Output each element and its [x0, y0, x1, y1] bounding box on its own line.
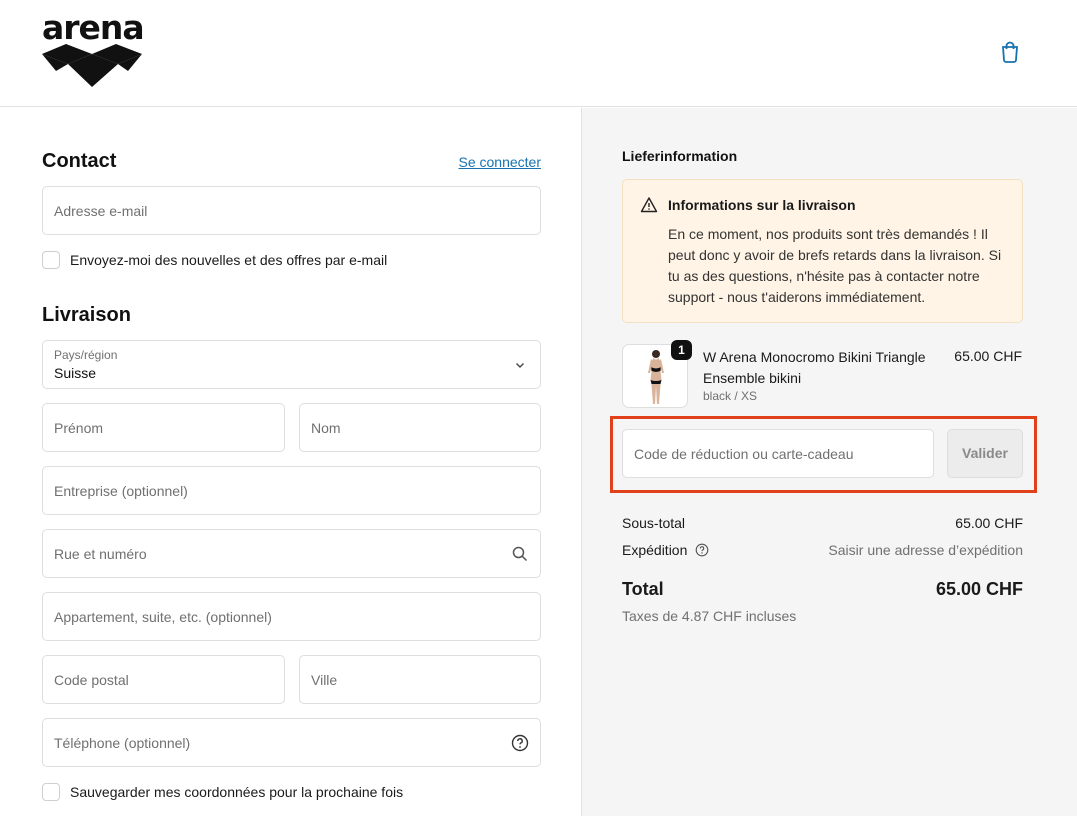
- first-name-placeholder: Prénom: [54, 420, 104, 436]
- total-value: 65.00 CHF: [935, 579, 1023, 599]
- shipping-label: Expédition: [622, 542, 688, 558]
- taxes-note: Taxes de 4.87 CHF incluses: [622, 608, 797, 624]
- help-circle-icon[interactable]: [511, 734, 529, 752]
- header: arena: [0, 0, 1077, 107]
- checkout-form: Contact Se connecter Adresse e-mail Envo…: [0, 108, 581, 816]
- city-placeholder: Ville: [311, 672, 338, 688]
- shipping-help-icon[interactable]: [695, 543, 709, 557]
- street-placeholder: Rue et numéro: [54, 546, 147, 562]
- street-field[interactable]: Rue et numéro: [42, 529, 541, 578]
- login-link[interactable]: Se connecter: [459, 154, 542, 170]
- total-label: Total: [622, 579, 664, 599]
- country-label: Pays/région: [54, 348, 118, 362]
- subtotal-label: Sous-total: [622, 515, 686, 531]
- total-row: Total 65.00 CHF: [622, 579, 1023, 603]
- first-name-field[interactable]: Prénom: [42, 403, 285, 452]
- discount-code-placeholder: Code de réduction ou carte-cadeau: [634, 446, 854, 462]
- city-field[interactable]: Ville: [299, 655, 541, 704]
- discount-code-input[interactable]: Code de réduction ou carte-cadeau: [622, 429, 934, 478]
- notice-body: En ce moment, nos produits sont très dem…: [668, 226, 1002, 305]
- delivery-title: Livraison: [42, 304, 131, 326]
- postal-code-field[interactable]: Code postal: [42, 655, 285, 704]
- country-value: Suisse: [54, 365, 97, 381]
- company-placeholder: Entreprise (optionnel): [54, 483, 188, 499]
- apartment-field[interactable]: Appartement, suite, etc. (optionnel): [42, 592, 541, 641]
- subtotal-value: 65.00 CHF: [955, 515, 1023, 531]
- shopping-bag-icon[interactable]: [998, 40, 1022, 64]
- email-placeholder: Adresse e-mail: [54, 203, 148, 219]
- chevron-down-icon: [516, 363, 524, 368]
- search-icon: [512, 546, 528, 562]
- phone-placeholder: Téléphone (optionnel): [54, 735, 191, 751]
- phone-field[interactable]: Téléphone (optionnel): [42, 718, 541, 767]
- newsletter-checkbox[interactable]: [42, 251, 60, 269]
- product-variant: black / XS: [703, 389, 758, 403]
- country-select[interactable]: Pays/région Suisse: [42, 340, 541, 389]
- product-name: W Arena Monocromo Bikini Triangle Ensemb…: [703, 349, 926, 386]
- last-name-field[interactable]: Nom: [299, 403, 541, 452]
- company-field[interactable]: Entreprise (optionnel): [42, 466, 541, 515]
- order-summary: Lieferinformation Informations sur la li…: [581, 108, 1077, 816]
- notice-title: Informations sur la livraison: [668, 197, 856, 213]
- shipping-row: Expédition Saisir une adresse d’expéditi…: [622, 542, 1023, 562]
- save-info-label: Sauvegarder mes coordonnées pour la proc…: [70, 784, 404, 800]
- last-name-placeholder: Nom: [311, 420, 341, 436]
- apply-discount-button[interactable]: Valider: [947, 429, 1023, 478]
- postal-code-placeholder: Code postal: [54, 672, 129, 688]
- subtotal-row: Sous-total 65.00 CHF: [622, 515, 1023, 535]
- save-info-checkbox[interactable]: [42, 783, 60, 801]
- arena-diamonds-icon: [42, 44, 142, 87]
- delivery-notice: Informations sur la livraison En ce mome…: [622, 179, 1023, 323]
- warning-icon: [640, 197, 658, 213]
- contact-title: Contact: [42, 150, 117, 172]
- brand-logo-text: arena: [42, 8, 145, 47]
- newsletter-label: Envoyez-moi des nouvelles et des offres …: [70, 252, 388, 268]
- product-price: 65.00 CHF: [954, 348, 1022, 364]
- apartment-placeholder: Appartement, suite, etc. (optionnel): [54, 609, 272, 625]
- email-field[interactable]: Adresse e-mail: [42, 186, 541, 235]
- quantity-badge: 1: [671, 340, 692, 360]
- brand-logo[interactable]: arena: [42, 8, 145, 88]
- summary-title: Lieferinformation: [622, 148, 738, 164]
- shipping-value: Saisir une adresse d’expédition: [828, 542, 1023, 558]
